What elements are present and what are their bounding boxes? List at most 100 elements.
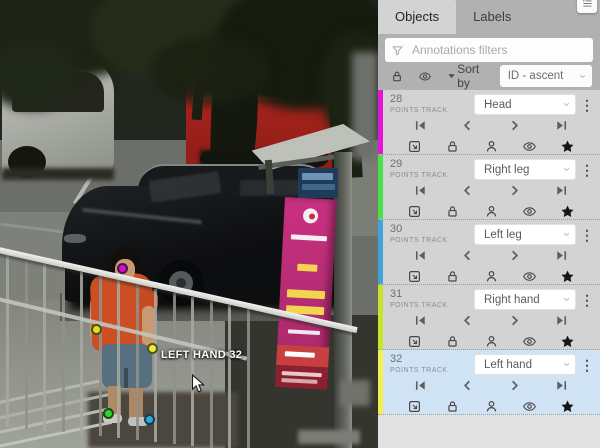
object-label: Head bbox=[484, 99, 561, 111]
outside-button[interactable] bbox=[407, 204, 422, 219]
expand-all-button[interactable] bbox=[446, 70, 457, 82]
next-keyframe-button[interactable] bbox=[507, 118, 522, 133]
object-type: POINTS TRACK bbox=[390, 301, 474, 310]
object-menu-button[interactable]: ⋮ bbox=[578, 94, 596, 116]
occluded-button[interactable] bbox=[484, 204, 499, 219]
prev-keyframe-button[interactable] bbox=[460, 183, 475, 198]
selected-point-label: LEFT HAND 32 bbox=[161, 349, 242, 361]
left-hand-point[interactable] bbox=[147, 343, 158, 354]
prev-keyframe-button[interactable] bbox=[460, 118, 475, 133]
right-hand-point[interactable] bbox=[91, 324, 102, 335]
outside-button[interactable] bbox=[407, 139, 422, 154]
object-menu-button[interactable]: ⋮ bbox=[578, 224, 596, 246]
object-row-30[interactable]: 30 POINTS TRACK Left leg ⋮ bbox=[378, 220, 600, 285]
lock-button[interactable] bbox=[445, 269, 460, 284]
object-row-28[interactable]: 28POINTS TRACKHead⋮ bbox=[378, 90, 600, 155]
object-label: Right leg bbox=[484, 164, 561, 176]
object-menu-button[interactable]: ⋮ bbox=[578, 354, 596, 376]
person-right-arm bbox=[142, 306, 155, 346]
chevron-down-icon bbox=[561, 229, 572, 240]
global-controls: Sort by ID - ascent bbox=[378, 62, 600, 90]
next-keyframe-button[interactable] bbox=[507, 183, 522, 198]
object-label-select[interactable]: Left hand bbox=[474, 354, 576, 375]
object-id: 29 bbox=[390, 160, 474, 169]
occluded-button[interactable] bbox=[484, 139, 499, 154]
next-keyframe-button[interactable] bbox=[507, 378, 522, 393]
last-keyframe-button[interactable] bbox=[554, 378, 569, 393]
hidden-button[interactable] bbox=[522, 204, 537, 219]
keyframe-button[interactable] bbox=[560, 334, 575, 349]
lock-button[interactable] bbox=[445, 139, 460, 154]
object-label-select[interactable]: Right leg bbox=[474, 159, 576, 180]
object-type: POINTS TRACK bbox=[390, 171, 474, 180]
sort-select[interactable]: ID - ascent bbox=[500, 65, 592, 87]
foliage bbox=[150, 36, 270, 104]
right-leg-point[interactable] bbox=[103, 408, 114, 419]
annotation-canvas[interactable]: LEFT HAND 32 bbox=[0, 0, 378, 448]
lock-button[interactable] bbox=[445, 334, 460, 349]
keyframe-button[interactable] bbox=[560, 269, 575, 284]
object-row-31[interactable]: 31 POINTS TRACK Right hand ⋮ bbox=[378, 285, 600, 350]
sidebar-menu-button[interactable] bbox=[577, 0, 597, 13]
last-keyframe-button[interactable] bbox=[554, 118, 569, 133]
object-type: POINTS TRACK bbox=[390, 236, 474, 245]
hidden-button[interactable] bbox=[522, 139, 537, 154]
lock-button[interactable] bbox=[445, 204, 460, 219]
keyframe-button[interactable] bbox=[560, 139, 575, 154]
hidden-button[interactable] bbox=[522, 399, 537, 414]
object-row-29[interactable]: 29 POINTS TRACK Right leg ⋮ bbox=[378, 155, 600, 220]
last-keyframe-button[interactable] bbox=[554, 183, 569, 198]
first-keyframe-button[interactable] bbox=[413, 378, 428, 393]
occluded-button[interactable] bbox=[484, 399, 499, 414]
tab-objects[interactable]: Objects bbox=[378, 0, 456, 34]
object-id: 28 bbox=[390, 95, 474, 104]
object-label: Left hand bbox=[484, 359, 561, 371]
keyframe-button[interactable] bbox=[560, 204, 575, 219]
chevron-down-icon bbox=[577, 71, 588, 82]
prev-keyframe-button[interactable] bbox=[460, 248, 475, 263]
hide-all-button[interactable] bbox=[418, 69, 432, 84]
prev-keyframe-button[interactable] bbox=[460, 378, 475, 393]
person-leg bbox=[129, 388, 143, 420]
object-menu-button[interactable]: ⋮ bbox=[578, 159, 596, 181]
chevron-down-icon bbox=[561, 99, 572, 110]
object-menu-button[interactable]: ⋮ bbox=[578, 289, 596, 311]
occluded-button[interactable] bbox=[484, 269, 499, 284]
menu-icon bbox=[581, 0, 594, 10]
annotations-filter-input[interactable] bbox=[410, 42, 587, 58]
object-id: 31 bbox=[390, 290, 474, 299]
occluded-button[interactable] bbox=[484, 334, 499, 349]
tab-labels[interactable]: Labels bbox=[456, 0, 528, 34]
next-keyframe-button[interactable] bbox=[507, 313, 522, 328]
object-label-select[interactable]: Left leg bbox=[474, 224, 576, 245]
object-label-select[interactable]: Right hand bbox=[474, 289, 576, 310]
object-label: Left leg bbox=[484, 229, 561, 241]
annotations-filter bbox=[385, 38, 593, 62]
object-id: 30 bbox=[390, 225, 474, 234]
last-keyframe-button[interactable] bbox=[554, 248, 569, 263]
first-keyframe-button[interactable] bbox=[413, 248, 428, 263]
hidden-button[interactable] bbox=[522, 334, 537, 349]
outside-button[interactable] bbox=[407, 399, 422, 414]
head-point[interactable] bbox=[117, 263, 128, 274]
lock-all-button[interactable] bbox=[390, 69, 404, 84]
keyframe-button[interactable] bbox=[560, 399, 575, 414]
object-label-select[interactable]: Head bbox=[474, 94, 576, 115]
hidden-button[interactable] bbox=[522, 269, 537, 284]
object-type: POINTS TRACK bbox=[390, 366, 474, 375]
left-leg-point[interactable] bbox=[144, 414, 155, 425]
object-label: Right hand bbox=[484, 294, 561, 306]
chevron-down-icon bbox=[561, 164, 572, 175]
next-keyframe-button[interactable] bbox=[507, 248, 522, 263]
objects-list: 28 POINTS TRACK Head ⋮ 29 POINTS TRACK Right l… bbox=[378, 90, 600, 415]
first-keyframe-button[interactable] bbox=[413, 118, 428, 133]
prev-keyframe-button[interactable] bbox=[460, 313, 475, 328]
outside-button[interactable] bbox=[407, 269, 422, 284]
last-keyframe-button[interactable] bbox=[554, 313, 569, 328]
object-id: 32 bbox=[390, 355, 474, 364]
first-keyframe-button[interactable] bbox=[413, 313, 428, 328]
object-row-32[interactable]: 32 POINTS TRACK Left hand ⋮ bbox=[378, 350, 600, 415]
first-keyframe-button[interactable] bbox=[413, 183, 428, 198]
outside-button[interactable] bbox=[407, 334, 422, 349]
lock-button[interactable] bbox=[445, 399, 460, 414]
